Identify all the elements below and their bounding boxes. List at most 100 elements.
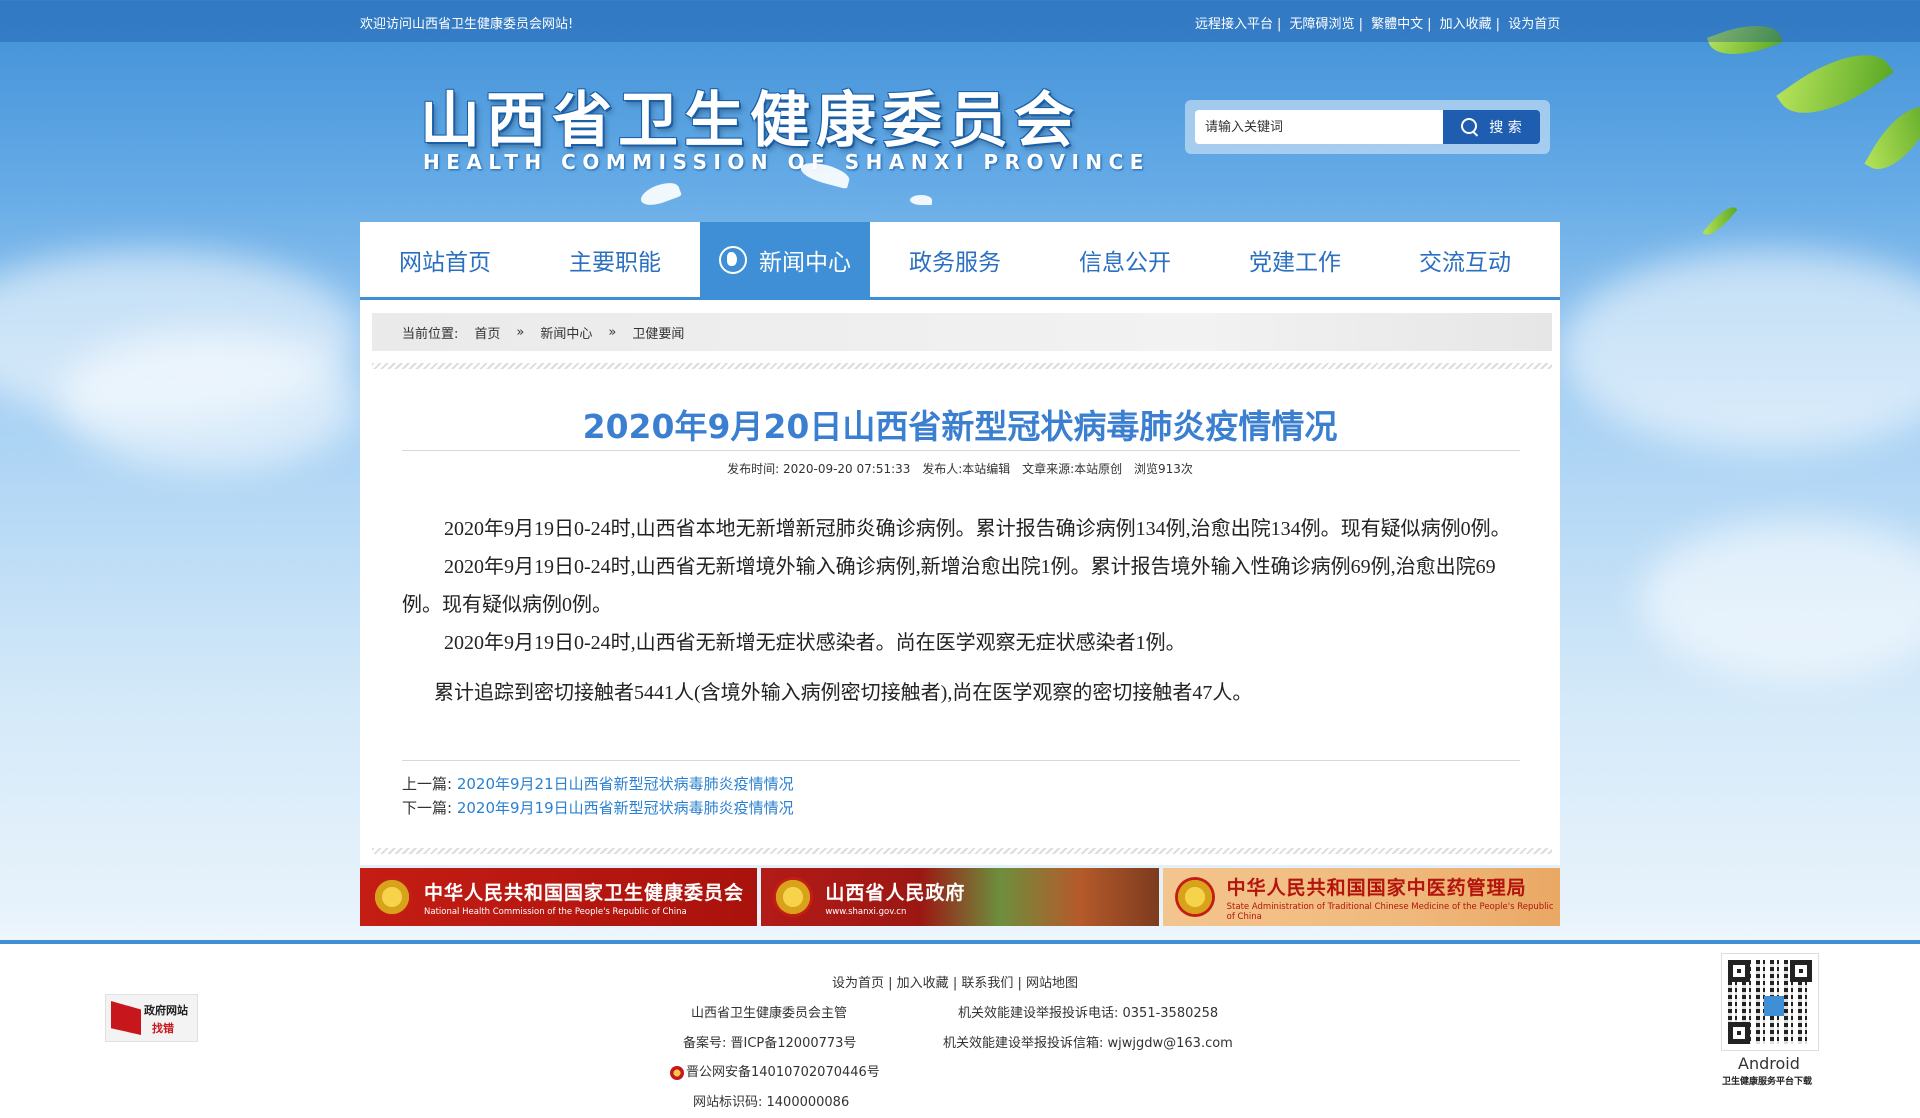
next-label: 下一篇: xyxy=(402,799,453,817)
national-emblem-icon xyxy=(1174,877,1215,917)
dove-decoration xyxy=(638,178,682,210)
banner-title: 中华人民共和国国家卫生健康委员会 xyxy=(424,881,745,904)
nav-item-home[interactable]: 网站首页 xyxy=(360,222,530,297)
traditional-chinese-link[interactable]: 繁體中文 xyxy=(1371,17,1423,32)
title-divider xyxy=(402,450,1520,451)
nav-item-label: 信息公开 xyxy=(1079,249,1171,276)
banner-subtitle: National Health Commission of the People… xyxy=(424,906,687,917)
footer-add-favorite-link[interactable]: 加入收藏 xyxy=(897,976,949,991)
nav-item-interaction[interactable]: 交流互动 xyxy=(1380,222,1550,297)
qr-logo xyxy=(1764,996,1784,1016)
dove-decoration xyxy=(910,195,932,205)
qr-corner xyxy=(1790,960,1812,982)
breadcrumb-home[interactable]: 首页 xyxy=(474,323,500,342)
set-homepage-link[interactable]: 设为首页 xyxy=(1508,17,1560,32)
view-count: 浏览913次 xyxy=(1133,462,1193,476)
gov-site-error-report-badge[interactable]: 政府网站 找错 xyxy=(105,994,198,1042)
nav-item-functions[interactable]: 主要职能 xyxy=(530,222,700,297)
breadcrumb-label: 当前位置: xyxy=(402,326,459,342)
footer-contact-link[interactable]: 联系我们 xyxy=(961,976,1013,991)
breadcrumb-separator: » xyxy=(608,324,617,340)
qr-corner xyxy=(1728,1022,1750,1044)
globe-icon xyxy=(719,245,747,274)
badge-line2: 找错 xyxy=(152,1022,174,1035)
body-divider xyxy=(402,760,1520,761)
site-logo-title: 山西省卫生健康委员会 xyxy=(420,86,1080,156)
article-source: 文章来源:本站原创 xyxy=(1022,462,1123,476)
welcome-text: 欢迎访问山西省卫生健康委员会网站! xyxy=(360,17,574,32)
police-record-text: 晋公网安备14010702070446号 xyxy=(686,1065,880,1080)
top-bar: 欢迎访问山西省卫生健康委员会网站! 远程接入平台 | 无障碍浏览 | 繁體中文 | 加… xyxy=(0,0,1920,42)
content-panel: 当前位置: 首页 » 新闻中心 » 卫健要闻 2020年9月20日山西省新型冠状… xyxy=(360,300,1560,865)
cloud-decoration xyxy=(60,330,360,470)
article-paragraph: 2020年9月19日0-24时,山西省无新增无症状感染者。尚在医学观察无症状感染… xyxy=(444,632,1186,654)
leaf-decoration xyxy=(1864,94,1920,182)
article-body: 2020年9月19日0-24时,山西省本地无新增新冠肺炎确诊病例。累计报告确诊病… xyxy=(402,510,1522,712)
national-emblem-icon xyxy=(372,877,412,917)
next-article-link[interactable]: 2020年9月19日山西省新型冠状病毒肺炎疫情情况 xyxy=(457,799,794,817)
site-logo-subtitle: HEALTH COMMISSION OF SHANXI PROVINCE xyxy=(423,150,1150,174)
app-download-label: 卫生健康服务平台下载 xyxy=(1722,1077,1813,1087)
footer-police-record[interactable]: 晋公网安备14010702070446号 xyxy=(670,1061,880,1080)
nav-item-news[interactable]: 新闻中心 xyxy=(700,222,870,297)
footer-sitemap-link[interactable]: 网站地图 xyxy=(1026,976,1078,991)
breadcrumb-current[interactable]: 卫健要闻 xyxy=(632,323,684,342)
nav-item-services[interactable]: 政务服务 xyxy=(870,222,1040,297)
add-favorite-link[interactable]: 加入收藏 xyxy=(1440,17,1492,32)
national-emblem-icon xyxy=(773,877,814,917)
search-button-label: 搜 索 xyxy=(1489,120,1522,136)
cloud-decoration xyxy=(1640,520,1920,680)
nav-item-disclosure[interactable]: 信息公开 xyxy=(1040,222,1210,297)
banner-title: 中华人民共和国国家中医药管理局 xyxy=(1226,876,1527,899)
nav-item-label: 网站首页 xyxy=(399,249,491,276)
top-links: 远程接入平台 | 无障碍浏览 | 繁體中文 | 加入收藏 | 设为首页 xyxy=(1195,17,1561,32)
footer: 政府网站 找错 设为首页 | 加入收藏 | 联系我们 | 网站地图 山西省卫生健… xyxy=(0,940,1920,1118)
breadcrumb-news[interactable]: 新闻中心 xyxy=(540,323,592,342)
tcm-admin-banner-link[interactable]: 中华人民共和国国家中医药管理局 State Administration of … xyxy=(1162,868,1560,926)
nav-item-label: 党建工作 xyxy=(1249,249,1341,276)
article-paragraph: 2020年9月19日0-24时,山西省本地无新增新冠肺炎确诊病例。累计报告确诊病… xyxy=(444,518,1511,540)
qr-code xyxy=(1721,953,1819,1051)
hatch-divider xyxy=(372,848,1552,854)
search-box: 搜 索 xyxy=(1185,100,1550,154)
accessibility-link[interactable]: 无障碍浏览 xyxy=(1290,17,1355,32)
prev-next-links: 上一篇: 2020年9月21日山西省新型冠状病毒肺炎疫情情况 下一篇: 2020… xyxy=(402,772,794,820)
qr-corner xyxy=(1728,960,1750,982)
breadcrumb-separator: » xyxy=(516,324,525,340)
footer-links: 设为首页 | 加入收藏 | 联系我们 | 网站地图 xyxy=(832,976,1079,991)
article-paragraph: 2020年9月19日0-24时,山西省无新增境外输入确诊病例,新增治愈出院1例。… xyxy=(402,556,1496,616)
main-nav: 网站首页 主要职能 新闻中心 政务服务 信息公开 党建工作 交流互动 xyxy=(360,222,1560,300)
publisher: 发布人:本站编辑 xyxy=(922,462,1011,476)
footer-email: 机关效能建设举报投诉信箱: wjwjgdw@163.com xyxy=(943,1036,1233,1051)
hatch-divider xyxy=(372,363,1552,369)
nhc-banner-link[interactable]: 中华人民共和国国家卫生健康委员会 National Health Commiss… xyxy=(360,868,758,926)
breadcrumb: 当前位置: 首页 » 新闻中心 » 卫健要闻 xyxy=(372,313,1552,351)
footer-set-homepage-link[interactable]: 设为首页 xyxy=(832,976,884,991)
partner-banners: 中华人民共和国国家卫生健康委员会 National Health Commiss… xyxy=(360,868,1560,926)
prev-label: 上一篇: xyxy=(402,775,453,793)
leaf-decoration xyxy=(1776,32,1894,136)
nav-item-party[interactable]: 党建工作 xyxy=(1210,222,1380,297)
police-badge-icon xyxy=(670,1065,684,1080)
banner-subtitle: State Administration of Traditional Chin… xyxy=(1226,901,1554,922)
badge-line1: 政府网站 xyxy=(144,1004,188,1017)
nav-item-label: 交流互动 xyxy=(1419,249,1511,276)
remote-access-link[interactable]: 远程接入平台 xyxy=(1195,17,1273,32)
footer-site-id: 网站标识码: 1400000086 xyxy=(693,1095,850,1110)
shanxi-gov-banner-link[interactable]: 山西省人民政府 www.shanxi.gov.cn xyxy=(761,868,1159,926)
prev-article-link[interactable]: 2020年9月21日山西省新型冠状病毒肺炎疫情情况 xyxy=(457,775,794,793)
magnifier-icon xyxy=(111,1001,141,1035)
footer-phone: 机关效能建设举报投诉电话: 0351-3580258 xyxy=(958,1006,1219,1021)
article-paragraph: 累计追踪到密切接触者5441人(含境外输入病例密切接触者),尚在医学观察的密切接… xyxy=(434,682,1253,704)
nav-item-label: 新闻中心 xyxy=(759,249,851,276)
cloud-decoration xyxy=(1560,250,1920,450)
android-label: Android xyxy=(1738,1054,1800,1073)
footer-icp[interactable]: 备案号: 晋ICP备12000773号 xyxy=(683,1032,856,1051)
banner-subtitle: www.shanxi.gov.cn xyxy=(825,906,907,917)
footer-sponsor: 山西省卫生健康委员会主管 xyxy=(691,1006,848,1021)
banner-title: 山西省人民政府 xyxy=(825,881,966,904)
search-button[interactable]: 搜 索 xyxy=(1443,110,1540,144)
search-input[interactable] xyxy=(1195,110,1445,144)
nav-item-label: 主要职能 xyxy=(569,249,661,276)
publish-time: 发布时间: 2020-09-20 07:51:33 xyxy=(727,462,911,476)
